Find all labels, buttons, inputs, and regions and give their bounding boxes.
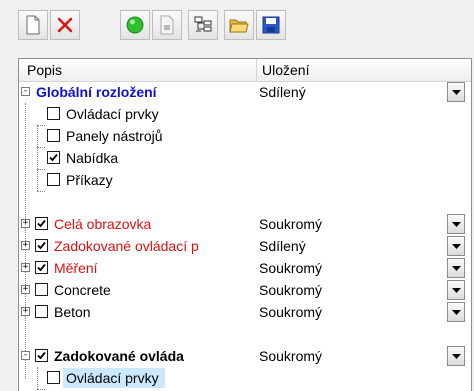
- activate-button[interactable]: [120, 10, 150, 40]
- expand-toggle[interactable]: +: [21, 307, 30, 316]
- save-icon: [262, 16, 280, 34]
- check-icon: [49, 153, 58, 162]
- chevron-down-icon: [452, 244, 461, 249]
- row-label: Nabídka: [66, 150, 119, 166]
- row-storage: Sdílený: [259, 238, 306, 254]
- tree-row-concrete[interactable]: + Concrete Soukromý: [19, 279, 471, 301]
- column-header-description[interactable]: Popis: [27, 62, 62, 78]
- storage-dropdown[interactable]: [447, 82, 465, 102]
- row-label: Zadokované ovládací p: [54, 238, 199, 254]
- row-label: Concrete: [54, 282, 111, 298]
- expand-toggle[interactable]: +: [21, 285, 30, 294]
- checkbox-checked[interactable]: [35, 261, 48, 274]
- open-folder-icon: [229, 19, 249, 33]
- column-header-storage[interactable]: Uložení: [262, 62, 309, 78]
- delete-icon: [57, 17, 73, 33]
- open-button[interactable]: [224, 10, 254, 40]
- row-storage: Soukromý: [259, 282, 323, 298]
- row-label: Měření: [54, 260, 98, 276]
- check-icon: [37, 241, 46, 250]
- row-label: Ovládací prvky: [66, 106, 159, 122]
- chevron-down-icon: [452, 266, 461, 271]
- tree-row-fullscreen[interactable]: + Celá obrazovka Soukromý: [19, 213, 471, 235]
- collapse-toggle[interactable]: -: [21, 351, 30, 360]
- tree-row-commands[interactable]: Příkazy: [19, 169, 471, 191]
- tree-header: Popis Uložení: [19, 59, 471, 82]
- chevron-down-icon: [452, 90, 461, 95]
- storage-dropdown[interactable]: [447, 214, 465, 234]
- storage-dropdown[interactable]: [447, 280, 465, 300]
- tree-row-docked-controls[interactable]: + Zadokované ovládací p Sdílený: [19, 235, 471, 257]
- row-storage: Soukromý: [259, 348, 323, 364]
- checkbox-checked[interactable]: [35, 349, 48, 362]
- tree-row-menu[interactable]: Nabídka: [19, 147, 471, 169]
- tree-button[interactable]: [188, 10, 218, 40]
- collapse-toggle[interactable]: -: [21, 87, 30, 96]
- checkbox-checked[interactable]: [35, 239, 48, 252]
- chevron-down-icon: [452, 222, 461, 227]
- chevron-down-icon: [452, 288, 461, 293]
- checkbox[interactable]: [47, 129, 60, 142]
- row-storage: Soukromý: [259, 304, 323, 320]
- row-storage: Sdílený: [259, 84, 306, 100]
- green-circle-icon: [126, 16, 144, 34]
- row-label: Globální rozložení: [36, 84, 157, 100]
- checkbox[interactable]: [47, 371, 60, 384]
- tree-row-toolbars[interactable]: Panely nástrojů: [19, 125, 471, 147]
- storage-dropdown[interactable]: [447, 258, 465, 278]
- storage-dropdown[interactable]: [447, 302, 465, 322]
- export-button[interactable]: [152, 10, 182, 40]
- checkbox[interactable]: [35, 283, 48, 296]
- new-document-icon: [26, 15, 40, 35]
- tree-row-controls-selected[interactable]: Ovládací prvky: [19, 367, 471, 389]
- tree-structure-icon: [194, 16, 212, 32]
- tree-row-controls[interactable]: Ovládací prvky: [19, 103, 471, 125]
- check-icon: [37, 351, 46, 360]
- row-label: Beton: [54, 304, 91, 320]
- layout-tree: Popis Uložení - Globální rozložení Sdíle…: [18, 58, 472, 391]
- chevron-down-icon: [452, 354, 461, 359]
- row-storage: Soukromý: [259, 216, 323, 232]
- expand-toggle[interactable]: +: [21, 241, 30, 250]
- row-label: Panely nástrojů: [66, 128, 163, 144]
- row-label: Příkazy: [66, 172, 113, 188]
- storage-dropdown[interactable]: [447, 346, 465, 366]
- expand-toggle[interactable]: +: [21, 219, 30, 228]
- checkbox-checked[interactable]: [35, 217, 48, 230]
- row-label: Zadokované ovláda: [54, 348, 184, 364]
- checkbox-checked[interactable]: [47, 151, 60, 164]
- tree-row-beton[interactable]: + Beton Soukromý: [19, 301, 471, 323]
- row-label: Ovládací prvky: [66, 370, 159, 386]
- delete-button[interactable]: [50, 10, 80, 40]
- expand-toggle[interactable]: +: [21, 263, 30, 272]
- tree-row-measurement[interactable]: + Měření Soukromý: [19, 257, 471, 279]
- storage-dropdown[interactable]: [447, 236, 465, 256]
- new-button[interactable]: [18, 10, 48, 40]
- checkbox[interactable]: [47, 173, 60, 186]
- checkbox[interactable]: [35, 305, 48, 318]
- tree-row-global-layout[interactable]: - Globální rozložení Sdílený: [19, 81, 471, 103]
- export-icon: [160, 15, 174, 35]
- check-icon: [37, 263, 46, 272]
- row-label: Celá obrazovka: [54, 216, 152, 232]
- tree-row-docked-controls-bold[interactable]: - Zadokované ovláda Soukromý: [19, 345, 471, 367]
- check-icon: [37, 219, 46, 228]
- chevron-down-icon: [452, 310, 461, 315]
- checkbox[interactable]: [47, 107, 60, 120]
- save-button[interactable]: [256, 10, 286, 40]
- row-storage: Soukromý: [259, 260, 323, 276]
